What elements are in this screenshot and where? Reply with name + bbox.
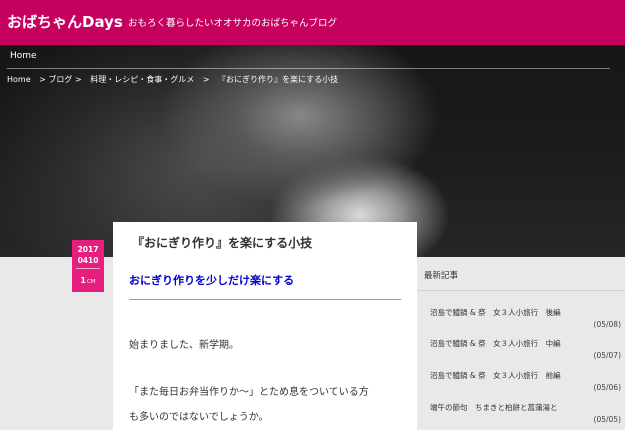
breadcrumb-current: 『おにぎり作り』を楽にする小技 xyxy=(218,75,339,84)
article-title: 『おにぎり作り』を楽にする小技 xyxy=(132,236,313,250)
sidebar-divider xyxy=(418,290,625,291)
breadcrumb-category[interactable]: 料理・レシピ・食事・グルメ xyxy=(90,75,194,84)
recent-post-title[interactable]: 沼島で鱧鍋 & 祭 女３人小旅行 前編 xyxy=(430,370,561,381)
breadcrumb-home[interactable]: Home xyxy=(7,75,31,84)
comment-unit: CM xyxy=(86,279,96,285)
date-divider xyxy=(76,268,100,269)
recent-post-date: (05/07) xyxy=(593,351,621,360)
breadcrumb-blog[interactable]: > ブログ > xyxy=(39,75,82,84)
recent-post-date: (05/06) xyxy=(593,383,621,392)
nav-home-link[interactable]: Home xyxy=(10,51,37,61)
breadcrumb-separator: > xyxy=(202,75,210,84)
breadcrumb: Home > ブログ > 料理・レシピ・食事・グルメ > 『おにぎり作り』を楽に… xyxy=(7,74,344,86)
sidebar-recent-title: 最新記事 xyxy=(424,271,459,281)
post-date-badge: 2017 0410 1CM xyxy=(72,240,104,292)
recent-post-item[interactable]: 沼島で鱧鍋 & 祭 女３人小旅行 中編 (05/07) xyxy=(418,338,625,362)
post-month-day: 0410 xyxy=(77,256,99,265)
site-description: おもろく暮らしたいオオサカのおばちゃんブログ xyxy=(128,18,338,29)
article-card: 『おにぎり作り』を楽にする小技 おにぎり作りを少しだけ楽にする 始まりました、新… xyxy=(113,222,417,430)
recent-post-item[interactable]: 沼島で鱧鍋 & 祭 女３人小旅行 後編 (05/08) xyxy=(418,307,625,331)
recent-post-item[interactable]: 端午の節句 ちまきと柏餅と菖蒲湯と (05/05) xyxy=(418,402,625,426)
article-paragraph: も多いのではないでしょうか。 xyxy=(129,412,269,423)
recent-post-title[interactable]: 沼島で鱧鍋 & 祭 女３人小旅行 中編 xyxy=(430,338,561,349)
nav-divider xyxy=(7,68,610,69)
recent-post-item[interactable]: 沼島で鱧鍋 & 祭 女３人小旅行 前編 (05/06) xyxy=(418,370,625,394)
article-paragraph: 始まりました、新学期。 xyxy=(129,340,239,351)
post-year: 2017 xyxy=(77,245,99,254)
comment-count: 1 xyxy=(80,276,86,285)
recent-post-title[interactable]: 沼島で鱧鍋 & 祭 女３人小旅行 後編 xyxy=(430,307,561,318)
recent-post-date: (05/05) xyxy=(593,415,621,424)
recent-post-title[interactable]: 端午の節句 ちまきと柏餅と菖蒲湯と xyxy=(430,402,558,413)
site-header: おばちゃんDays おもろく暮らしたいオオサカのおばちゃんブログ xyxy=(0,0,625,45)
site-title-link[interactable]: おばちゃんDays xyxy=(7,11,123,32)
recent-post-date: (05/08) xyxy=(593,320,621,329)
article-subheading: おにぎり作りを少しだけ楽にする xyxy=(129,274,295,287)
subheading-rule xyxy=(129,299,401,300)
article-paragraph: 「また毎日お弁当作りか〜」とため息をついている方 xyxy=(129,387,369,398)
comment-count-link[interactable]: 1CM xyxy=(72,276,104,285)
